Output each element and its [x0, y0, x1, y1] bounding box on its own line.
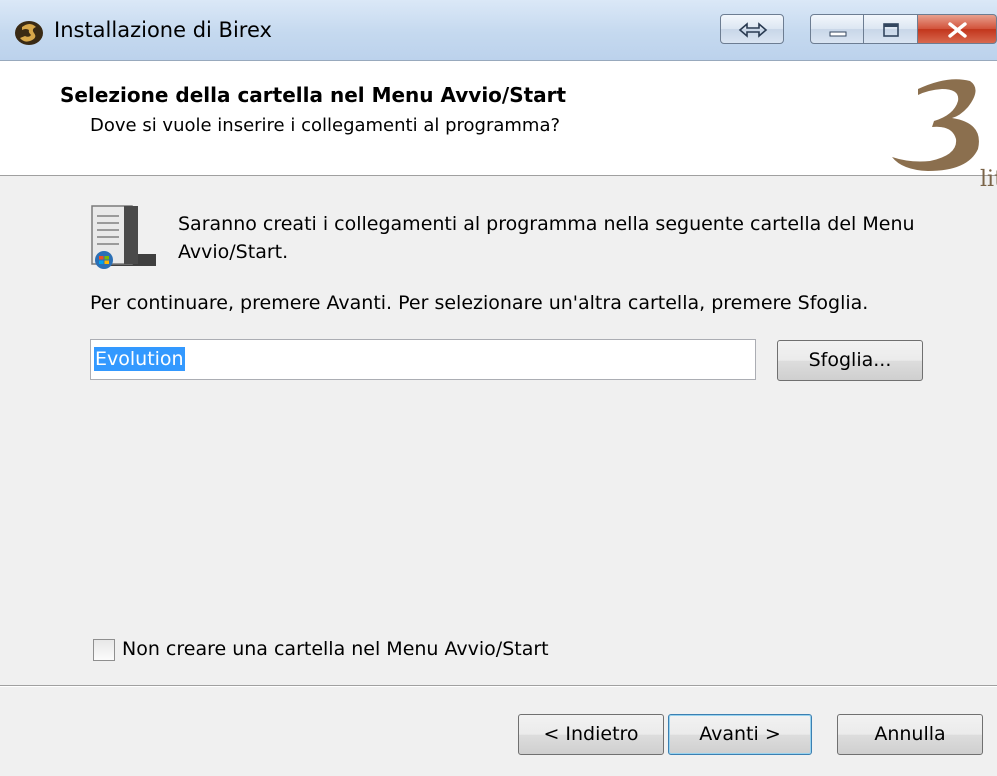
close-button[interactable]	[918, 14, 997, 44]
back-button[interactable]: < Indietro	[518, 714, 664, 755]
brand-logo	[892, 79, 979, 171]
window-title: Installazione di Birex	[54, 18, 272, 42]
minimize-button[interactable]	[810, 14, 864, 44]
instructions-text: Per continuare, premere Avanti. Per sele…	[90, 292, 869, 314]
wizard-header: Selezione della cartella nel Menu Avvio/…	[0, 61, 997, 192]
maximize-button[interactable]	[864, 14, 918, 44]
switch-window-button[interactable]	[720, 14, 784, 44]
no-folder-checkbox-label[interactable]: Non creare una cartella nel Menu Avvio/S…	[122, 638, 549, 660]
close-icon	[948, 22, 967, 38]
maximize-icon	[883, 23, 899, 37]
title-bar[interactable]: Installazione di Birex	[0, 0, 997, 61]
minimize-icon	[829, 31, 847, 37]
browse-button[interactable]: Sfoglia...	[777, 340, 923, 381]
logo-text: lit	[980, 167, 997, 192]
page-subtitle: Dove si vuole inserire i collegamenti al…	[90, 115, 561, 136]
page-title: Selezione della cartella nel Menu Avvio/…	[60, 83, 567, 107]
start-menu-folder-icon	[91, 205, 156, 269]
installer-window: Installazione di Birex Selezione della c…	[0, 0, 997, 776]
no-folder-checkbox[interactable]	[93, 639, 115, 661]
folder-name-value: Evolution	[94, 347, 185, 371]
folder-name-input[interactable]: Evolution	[90, 339, 756, 380]
switch-arrows-icon	[738, 22, 768, 38]
cancel-button[interactable]: Annulla	[837, 714, 983, 755]
description-text: Saranno creati i collegamenti al program…	[178, 213, 915, 263]
birex-app-icon	[15, 21, 43, 45]
next-button[interactable]: Avanti >	[668, 714, 812, 755]
footer-divider	[0, 685, 997, 687]
